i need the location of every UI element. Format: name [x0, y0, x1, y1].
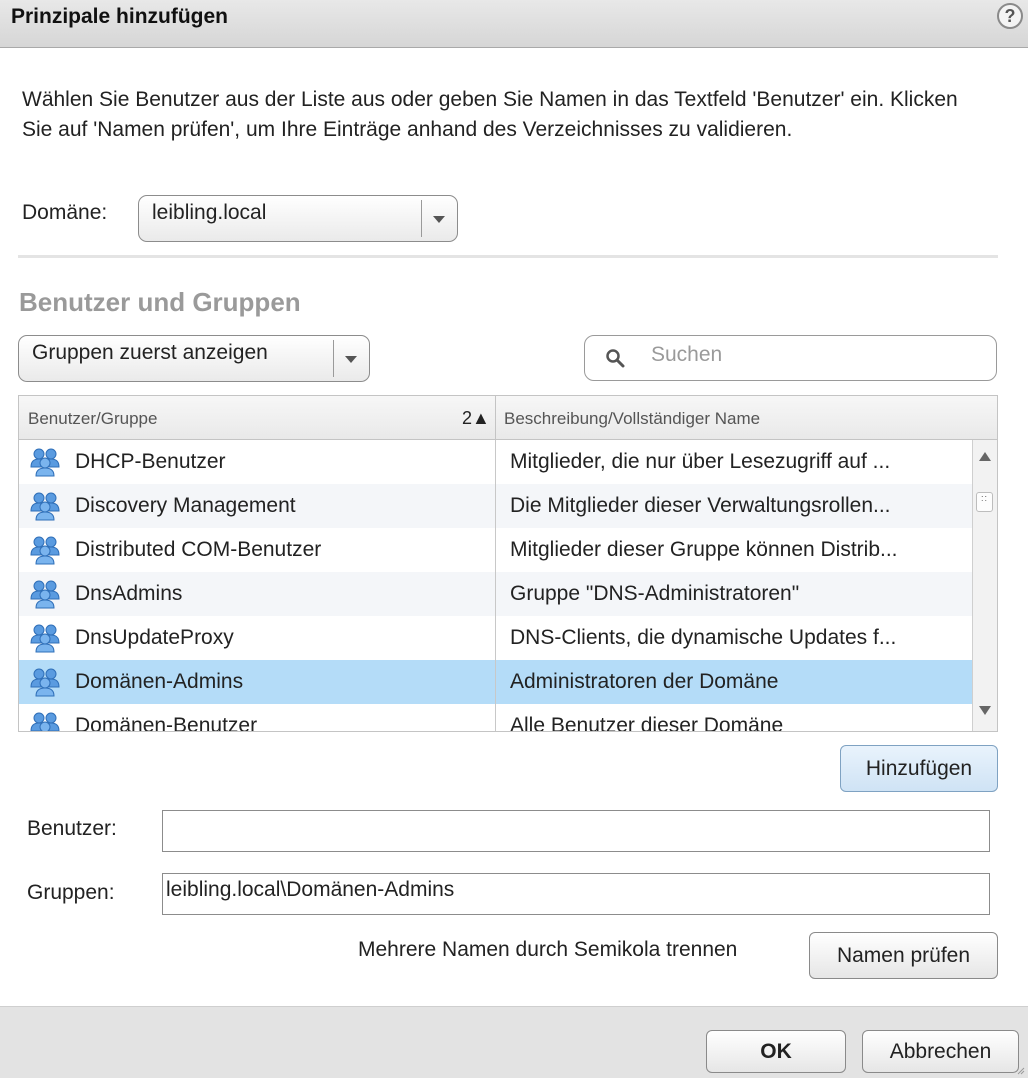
cell-name: Discovery Management [75, 494, 296, 517]
group-icon [30, 624, 60, 653]
users-groups-table: Benutzer/Gruppe 2▲ Beschreibung/Vollstän… [18, 395, 998, 732]
groups-field-label: Gruppen: [27, 881, 115, 904]
intro-text: Wählen Sie Benutzer aus der Liste aus od… [22, 88, 958, 141]
dropdown-separator [421, 200, 422, 237]
section-divider [18, 255, 998, 258]
hint-text: Mehrere Namen durch Semikola trennen [358, 938, 738, 961]
title-bar: Prinzipale hinzufügen ? [0, 0, 1028, 48]
search-icon [606, 349, 625, 368]
chevron-down-icon[interactable] [433, 216, 445, 223]
cell-description: Mitglieder dieser Gruppe können Distrib.… [510, 538, 898, 561]
table-header: Benutzer/Gruppe 2▲ Beschreibung/Vollstän… [19, 396, 997, 440]
cell-description: Gruppe "DNS-Administratoren" [510, 582, 800, 605]
column-divider-line [495, 440, 496, 731]
check-names-button[interactable]: Namen prüfen [809, 932, 998, 979]
group-icon [30, 580, 60, 609]
dropdown-separator [333, 340, 334, 377]
cell-description: Administratoren der Domäne [510, 670, 779, 693]
help-icon[interactable]: ? [997, 3, 1023, 29]
column-divider[interactable] [495, 396, 496, 440]
ok-button[interactable]: OK [706, 1030, 846, 1073]
domain-dropdown[interactable]: leibling.local [138, 195, 458, 242]
filter-dropdown[interactable]: Gruppen zuerst anzeigen [18, 335, 370, 382]
groups-field[interactable]: leibling.local\Domänen-Admins [162, 873, 990, 915]
dialog-footer: OK Abbrechen [0, 1006, 1028, 1078]
cell-name: DnsAdmins [75, 582, 183, 605]
column-header-description[interactable]: Beschreibung/Vollständiger Name [504, 409, 760, 429]
domain-label: Domäne: [22, 201, 108, 224]
sort-indicator[interactable]: 2▲ [462, 408, 490, 429]
search-input[interactable]: Suchen [584, 335, 997, 381]
cell-name: DnsUpdateProxy [75, 626, 234, 649]
chevron-down-icon[interactable] [345, 356, 357, 363]
section-title: Benutzer und Gruppen [19, 287, 301, 317]
scroll-thumb[interactable]: :: [976, 492, 993, 512]
cell-name: Distributed COM-Benutzer [75, 538, 322, 561]
group-icon [30, 448, 60, 477]
cell-description: Die Mitglieder dieser Verwaltungsrollen.… [510, 494, 891, 517]
vertical-scrollbar[interactable]: :: [972, 440, 997, 731]
search-placeholder: Suchen [651, 343, 723, 366]
group-icon [30, 712, 60, 731]
users-field[interactable] [162, 810, 990, 852]
cell-description: DNS-Clients, die dynamische Updates f... [510, 626, 897, 649]
column-header-name[interactable]: Benutzer/Gruppe [28, 409, 157, 429]
domain-dropdown-value: leibling.local [152, 201, 267, 224]
cell-name: DHCP-Benutzer [75, 450, 226, 473]
cell-name: Domänen-Admins [75, 670, 244, 693]
group-icon [30, 668, 60, 697]
group-icon [30, 536, 60, 565]
cell-name: Domänen-Benutzer [75, 714, 258, 732]
dialog-title: Prinzipale hinzufügen [11, 5, 229, 28]
cell-description: Mitglieder, die nur über Lesezugriff auf… [510, 450, 891, 473]
add-button[interactable]: Hinzufügen [840, 745, 998, 792]
cancel-button[interactable]: Abbrechen [862, 1030, 1019, 1073]
scroll-up-icon[interactable] [979, 452, 991, 461]
group-icon [30, 492, 60, 521]
scroll-down-icon[interactable] [979, 706, 991, 715]
filter-dropdown-value: Gruppen zuerst anzeigen [32, 341, 268, 364]
cell-description: Alle Benutzer dieser Domäne [510, 714, 784, 732]
users-field-label: Benutzer: [27, 817, 117, 840]
resize-grip-icon[interactable] [1017, 1067, 1025, 1075]
